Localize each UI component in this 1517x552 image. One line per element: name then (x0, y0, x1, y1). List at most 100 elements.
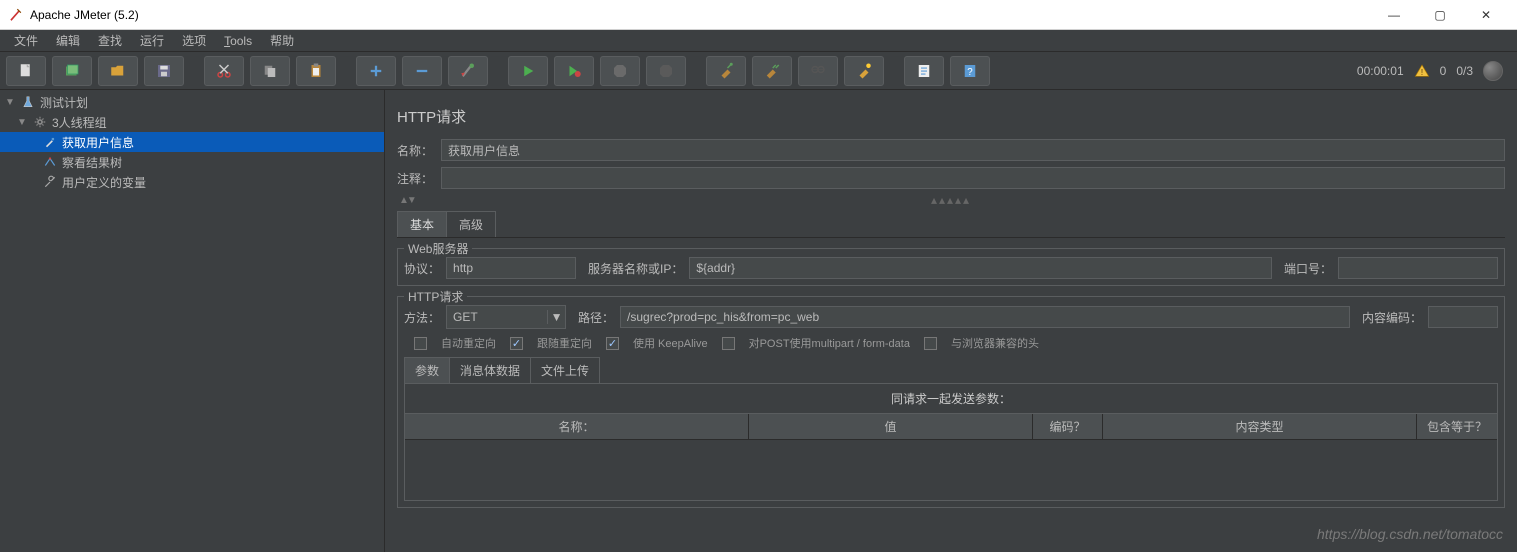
protocol-label: 协议： (404, 260, 440, 277)
svg-text:?: ? (967, 66, 973, 77)
clear-all-button[interactable] (752, 56, 792, 86)
col-name[interactable]: 名称： (405, 414, 749, 439)
globe-icon[interactable] (1483, 61, 1503, 81)
warn-count: 0 (1440, 64, 1447, 78)
menu-options[interactable]: 选项 (174, 30, 214, 51)
window-close[interactable]: ✕ (1463, 1, 1509, 29)
cb-keepalive[interactable] (606, 337, 619, 350)
elapsed-time: 00:00:01 (1357, 64, 1404, 78)
webserver-fieldset: Web服务器 协议： 服务器名称或IP： 端口号： (397, 248, 1505, 286)
config-tabs: 基本 高级 (397, 211, 1505, 238)
name-input[interactable] (441, 139, 1505, 161)
svg-text:!: ! (1421, 68, 1423, 77)
titlebar: Apache JMeter (5.2) — ▢ ✕ (0, 0, 1517, 30)
encoding-input[interactable] (1428, 306, 1498, 328)
window-minimize[interactable]: — (1371, 1, 1417, 29)
start-no-pause-button[interactable] (554, 56, 594, 86)
window-title: Apache JMeter (5.2) (30, 8, 1371, 22)
warning-icon: ! (1414, 63, 1430, 79)
ptab-files[interactable]: 文件上传 (530, 357, 600, 383)
toggle-button[interactable] (448, 56, 488, 86)
method-label: 方法： (404, 309, 440, 326)
toolbar: ? 00:00:01 ! 0 0/3 (0, 52, 1517, 90)
tab-advanced[interactable]: 高级 (446, 211, 496, 237)
col-value[interactable]: 值 (749, 414, 1033, 439)
editor-heading: HTTP请求 (397, 100, 1505, 133)
tree-item-http-request[interactable]: 获取用户信息 (0, 132, 384, 152)
tree-item-user-vars[interactable]: 用户定义的变量 (0, 172, 384, 192)
clear-button[interactable] (706, 56, 746, 86)
thread-count: 0/3 (1456, 64, 1473, 78)
webserver-legend: Web服务器 (404, 240, 472, 257)
server-label: 服务器名称或IP： (588, 260, 683, 277)
scope-icon (42, 154, 58, 170)
menubar: 文件 编辑 查找 运行 选项 Tools 帮助 (0, 30, 1517, 52)
tab-basic[interactable]: 基本 (397, 211, 447, 237)
flask-icon (20, 94, 36, 110)
gear-icon (32, 114, 48, 130)
wrench-icon (42, 174, 58, 190)
function-helper-button[interactable] (904, 56, 944, 86)
app-icon (8, 5, 22, 25)
window-maximize[interactable]: ▢ (1417, 1, 1463, 29)
toolbar-status: 00:00:01 ! 0 0/3 (1357, 61, 1511, 81)
tree-thread-group[interactable]: ▼ 3人线程组 (0, 112, 384, 132)
cb-browser-headers[interactable] (924, 337, 937, 350)
httpreq-legend: HTTP请求 (404, 288, 467, 305)
cb-multipart[interactable] (722, 337, 735, 350)
encoding-label: 内容编码： (1362, 309, 1422, 326)
cut-button[interactable] (204, 56, 244, 86)
search-button[interactable] (798, 56, 838, 86)
reset-search-button[interactable] (844, 56, 884, 86)
templates-button[interactable] (52, 56, 92, 86)
params-body[interactable] (405, 440, 1497, 500)
stop-button[interactable] (600, 56, 640, 86)
testplan-tree[interactable]: ▼ 测试计划 ▼ 3人线程组 获取用户信息 察看结果树 用户定义的变量 (0, 90, 385, 552)
ptab-body[interactable]: 消息体数据 (449, 357, 531, 383)
name-label: 名称： (397, 142, 435, 159)
tree-item-view-results[interactable]: 察看结果树 (0, 152, 384, 172)
menu-help[interactable]: 帮助 (262, 30, 302, 51)
pipette-icon (42, 134, 58, 150)
cb-auto-redirect[interactable] (414, 337, 427, 350)
col-include-equals[interactable]: 包含等于？ (1417, 414, 1497, 439)
menu-run[interactable]: 运行 (132, 30, 172, 51)
port-input[interactable] (1338, 257, 1498, 279)
protocol-input[interactable] (446, 257, 576, 279)
editor-panel: HTTP请求 名称： 注释： ▲▼▴▴▴▴▴ 基本 高级 Web服务器 协议： … (385, 90, 1517, 552)
cb-follow-redirect[interactable] (510, 337, 523, 350)
tree-root[interactable]: ▼ 测试计划 (0, 92, 384, 112)
method-value[interactable] (447, 310, 547, 324)
comment-label: 注释： (397, 170, 435, 187)
params-caption: 同请求一起发送参数： (405, 384, 1497, 414)
port-label: 端口号： (1284, 260, 1332, 277)
menu-search[interactable]: 查找 (90, 30, 130, 51)
server-input[interactable] (689, 257, 1272, 279)
collapse-bar[interactable]: ▲▼▴▴▴▴▴ (397, 195, 1505, 205)
copy-button[interactable] (250, 56, 290, 86)
menu-edit[interactable]: 编辑 (48, 30, 88, 51)
chevron-down-icon[interactable]: ▼ (547, 310, 565, 324)
httpreq-fieldset: HTTP请求 方法： ▼ 路径： 内容编码： 自动重定向 跟随重定向 使用 Ke… (397, 296, 1505, 508)
expand-button[interactable] (356, 56, 396, 86)
start-button[interactable] (508, 56, 548, 86)
shutdown-button[interactable] (646, 56, 686, 86)
path-label: 路径： (578, 309, 614, 326)
open-button[interactable] (98, 56, 138, 86)
paste-button[interactable] (296, 56, 336, 86)
method-select[interactable]: ▼ (446, 305, 566, 329)
params-header: 名称： 值 编码？ 内容类型 包含等于？ (405, 414, 1497, 440)
ptab-params[interactable]: 参数 (404, 357, 450, 383)
new-button[interactable] (6, 56, 46, 86)
col-content-type[interactable]: 内容类型 (1103, 414, 1417, 439)
collapse-button[interactable] (402, 56, 442, 86)
params-table: 同请求一起发送参数： 名称： 值 编码？ 内容类型 包含等于？ (404, 383, 1498, 501)
save-button[interactable] (144, 56, 184, 86)
comment-input[interactable] (441, 167, 1505, 189)
menu-tools[interactable]: Tools (216, 32, 260, 50)
help-button[interactable]: ? (950, 56, 990, 86)
col-encode[interactable]: 编码？ (1033, 414, 1103, 439)
menu-file[interactable]: 文件 (6, 30, 46, 51)
path-input[interactable] (620, 306, 1350, 328)
param-tabs: 参数 消息体数据 文件上传 (404, 357, 1498, 383)
